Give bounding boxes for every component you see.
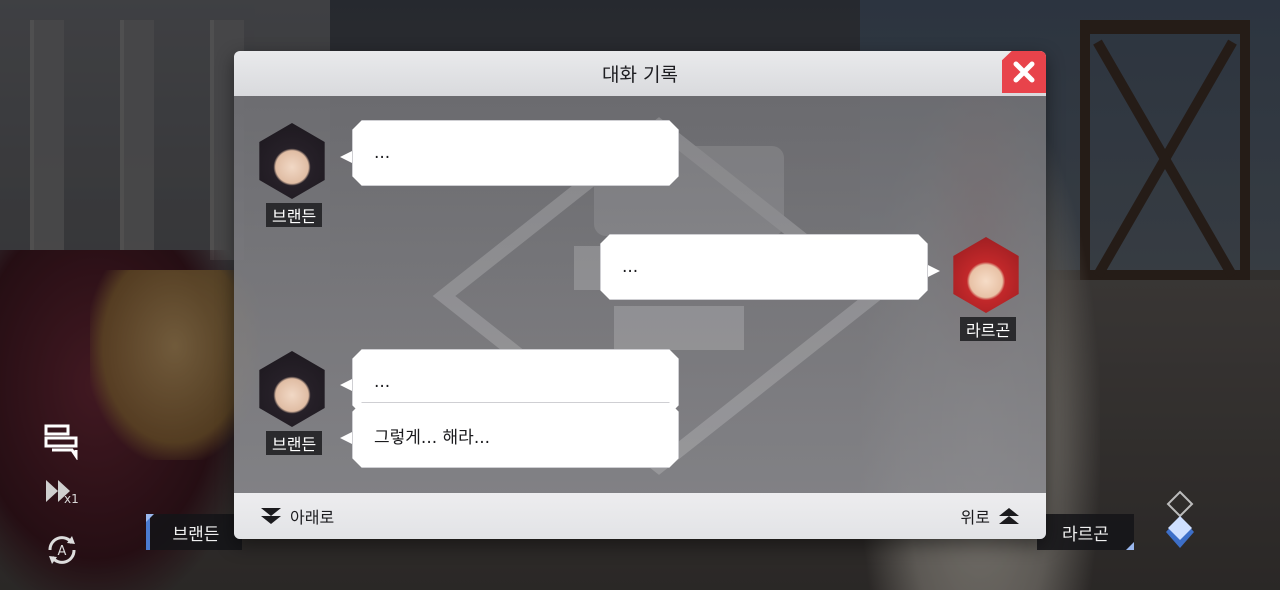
dialog-header: 대화 기록 [234,51,1046,96]
speaker-name: 브랜든 [266,431,323,455]
bubble-tail [340,378,354,392]
close-icon [1013,61,1035,83]
dialog-body[interactable]: 브랜든 ... 라르곤 ... 브랜든 ... 그렇게... 해라... [234,96,1046,493]
auto-play-icon[interactable]: A [42,530,82,570]
nametag-right: 라르곤 [1037,514,1134,550]
avatar-largon [948,237,1024,317]
svg-text:A: A [58,544,67,559]
chat-log-icon[interactable] [42,420,86,461]
speaker-name: 라르곤 [960,317,1017,341]
bubble-tail [340,150,354,164]
bubble-tail [926,264,940,278]
nametag-left: 브랜든 [146,514,242,550]
dialogue-log-dialog: 대화 기록 브랜든 ... 라르곤 ... 브랜든 ... 그렇게... 해라.… [234,51,1046,539]
dialog-footer: 아래로 위로 [234,493,1046,539]
scroll-down-label: 아래로 [290,508,335,527]
message-bubble: ... [600,234,928,300]
close-button[interactable] [1002,51,1046,93]
message-bubble: 그렇게... 해라... [352,402,679,468]
bubble-tail [340,431,354,445]
speaker-name: 브랜든 [266,203,323,227]
page-diamond-indicator [1162,490,1198,554]
dialog-title: 대화 기록 [602,64,678,86]
scroll-down-button[interactable]: 아래로 [260,504,334,528]
scroll-up-button[interactable]: 위로 [961,504,1020,528]
avatar-brandon [254,123,330,203]
message-bubble: ... [352,120,679,186]
double-chevron-up-icon [999,508,1019,524]
speed-multiplier: x1 [64,492,79,506]
avatar-brandon [254,351,330,431]
scroll-up-label: 위로 [960,508,990,527]
double-chevron-down-icon [261,508,281,524]
